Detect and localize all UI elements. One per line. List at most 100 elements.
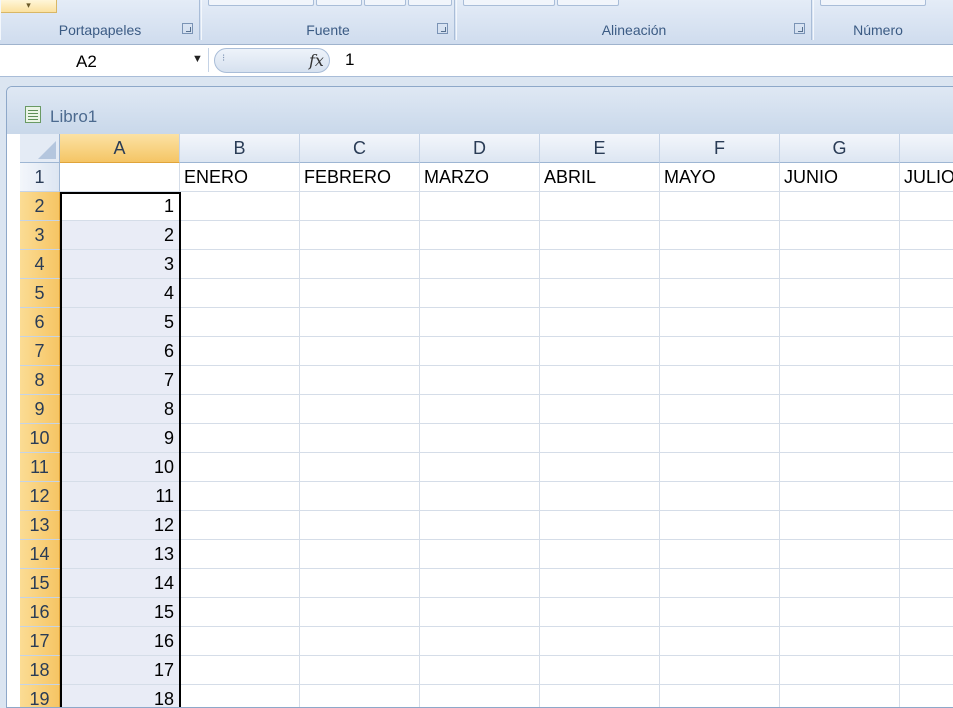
cell-d19[interactable] xyxy=(420,685,540,707)
alignment-dialog-launcher-icon[interactable] xyxy=(794,23,805,34)
cell-g10[interactable] xyxy=(780,424,900,453)
cell-g5[interactable] xyxy=(780,279,900,308)
cell-e8[interactable] xyxy=(540,366,660,395)
column-header-a[interactable]: A xyxy=(60,134,180,163)
cell-h17[interactable] xyxy=(900,627,953,656)
cell-a13[interactable]: 12 xyxy=(60,511,180,540)
cell-d13[interactable] xyxy=(420,511,540,540)
cell-e17[interactable] xyxy=(540,627,660,656)
cell-a3[interactable]: 2 xyxy=(60,221,180,250)
cell-c13[interactable] xyxy=(300,511,420,540)
cell-a4[interactable]: 3 xyxy=(60,250,180,279)
cell-g17[interactable] xyxy=(780,627,900,656)
cell-c18[interactable] xyxy=(300,656,420,685)
cell-f12[interactable] xyxy=(660,482,780,511)
cell-g2[interactable] xyxy=(780,192,900,221)
orientation-button[interactable] xyxy=(557,0,619,6)
cell-f18[interactable] xyxy=(660,656,780,685)
cell-d17[interactable] xyxy=(420,627,540,656)
cell-h14[interactable] xyxy=(900,540,953,569)
cell-b1[interactable]: ENERO xyxy=(180,163,300,192)
column-header-d[interactable]: D xyxy=(420,134,540,163)
row-header-9[interactable]: 9 xyxy=(20,395,60,424)
name-box[interactable]: A2 ▼ xyxy=(0,48,209,72)
cell-g15[interactable] xyxy=(780,569,900,598)
cell-b19[interactable] xyxy=(180,685,300,707)
cell-b3[interactable] xyxy=(180,221,300,250)
cell-c10[interactable] xyxy=(300,424,420,453)
cell-f14[interactable] xyxy=(660,540,780,569)
cell-d1[interactable]: MARZO xyxy=(420,163,540,192)
cell-e2[interactable] xyxy=(540,192,660,221)
cell-a17[interactable]: 16 xyxy=(60,627,180,656)
row-header-18[interactable]: 18 xyxy=(20,656,60,685)
cell-h6[interactable] xyxy=(900,308,953,337)
column-header-g[interactable]: G xyxy=(780,134,900,163)
cell-a7[interactable]: 6 xyxy=(60,337,180,366)
row-header-3[interactable]: 3 xyxy=(20,221,60,250)
cell-c7[interactable] xyxy=(300,337,420,366)
cell-a6[interactable]: 5 xyxy=(60,308,180,337)
cell-e1[interactable]: ABRIL xyxy=(540,163,660,192)
row-header-13[interactable]: 13 xyxy=(20,511,60,540)
cell-c17[interactable] xyxy=(300,627,420,656)
row-header-11[interactable]: 11 xyxy=(20,453,60,482)
cell-e15[interactable] xyxy=(540,569,660,598)
clipboard-dialog-launcher-icon[interactable] xyxy=(182,23,193,34)
cell-a16[interactable]: 15 xyxy=(60,598,180,627)
cell-b4[interactable] xyxy=(180,250,300,279)
cell-f17[interactable] xyxy=(660,627,780,656)
row-header-7[interactable]: 7 xyxy=(20,337,60,366)
cell-a12[interactable]: 11 xyxy=(60,482,180,511)
formula-bar-grip-icon[interactable]: ⁝ xyxy=(222,53,225,64)
cell-c16[interactable] xyxy=(300,598,420,627)
row-header-19[interactable]: 19 xyxy=(20,685,60,707)
cell-b18[interactable] xyxy=(180,656,300,685)
cell-h7[interactable] xyxy=(900,337,953,366)
cell-a1[interactable] xyxy=(60,163,180,192)
formula-input[interactable] xyxy=(335,48,945,72)
cell-d10[interactable] xyxy=(420,424,540,453)
cell-e4[interactable] xyxy=(540,250,660,279)
cell-b15[interactable] xyxy=(180,569,300,598)
cell-a2[interactable]: 1 xyxy=(60,192,180,221)
cell-g16[interactable] xyxy=(780,598,900,627)
cell-a15[interactable]: 14 xyxy=(60,569,180,598)
cell-f8[interactable] xyxy=(660,366,780,395)
cell-b12[interactable] xyxy=(180,482,300,511)
cell-h10[interactable] xyxy=(900,424,953,453)
cell-d16[interactable] xyxy=(420,598,540,627)
cell-b16[interactable] xyxy=(180,598,300,627)
cell-a11[interactable]: 10 xyxy=(60,453,180,482)
cell-g8[interactable] xyxy=(780,366,900,395)
row-header-14[interactable]: 14 xyxy=(20,540,60,569)
cell-e7[interactable] xyxy=(540,337,660,366)
cell-c1[interactable]: FEBRERO xyxy=(300,163,420,192)
cell-b13[interactable] xyxy=(180,511,300,540)
cell-f1[interactable]: MAYO xyxy=(660,163,780,192)
cell-b8[interactable] xyxy=(180,366,300,395)
row-header-1[interactable]: 1 xyxy=(20,163,60,192)
cell-b14[interactable] xyxy=(180,540,300,569)
cell-d3[interactable] xyxy=(420,221,540,250)
cell-e11[interactable] xyxy=(540,453,660,482)
cell-b11[interactable] xyxy=(180,453,300,482)
cell-b7[interactable] xyxy=(180,337,300,366)
cell-c11[interactable] xyxy=(300,453,420,482)
cell-g3[interactable] xyxy=(780,221,900,250)
font-size-box[interactable] xyxy=(316,0,362,6)
cell-c2[interactable] xyxy=(300,192,420,221)
cell-b2[interactable] xyxy=(180,192,300,221)
column-header-f[interactable]: F xyxy=(660,134,780,163)
cell-h5[interactable] xyxy=(900,279,953,308)
cell-d15[interactable] xyxy=(420,569,540,598)
cell-d6[interactable] xyxy=(420,308,540,337)
cell-d14[interactable] xyxy=(420,540,540,569)
cell-d5[interactable] xyxy=(420,279,540,308)
row-header-8[interactable]: 8 xyxy=(20,366,60,395)
cell-f4[interactable] xyxy=(660,250,780,279)
cell-c8[interactable] xyxy=(300,366,420,395)
cell-d12[interactable] xyxy=(420,482,540,511)
column-header-e[interactable]: E xyxy=(540,134,660,163)
align-buttons[interactable] xyxy=(463,0,555,6)
